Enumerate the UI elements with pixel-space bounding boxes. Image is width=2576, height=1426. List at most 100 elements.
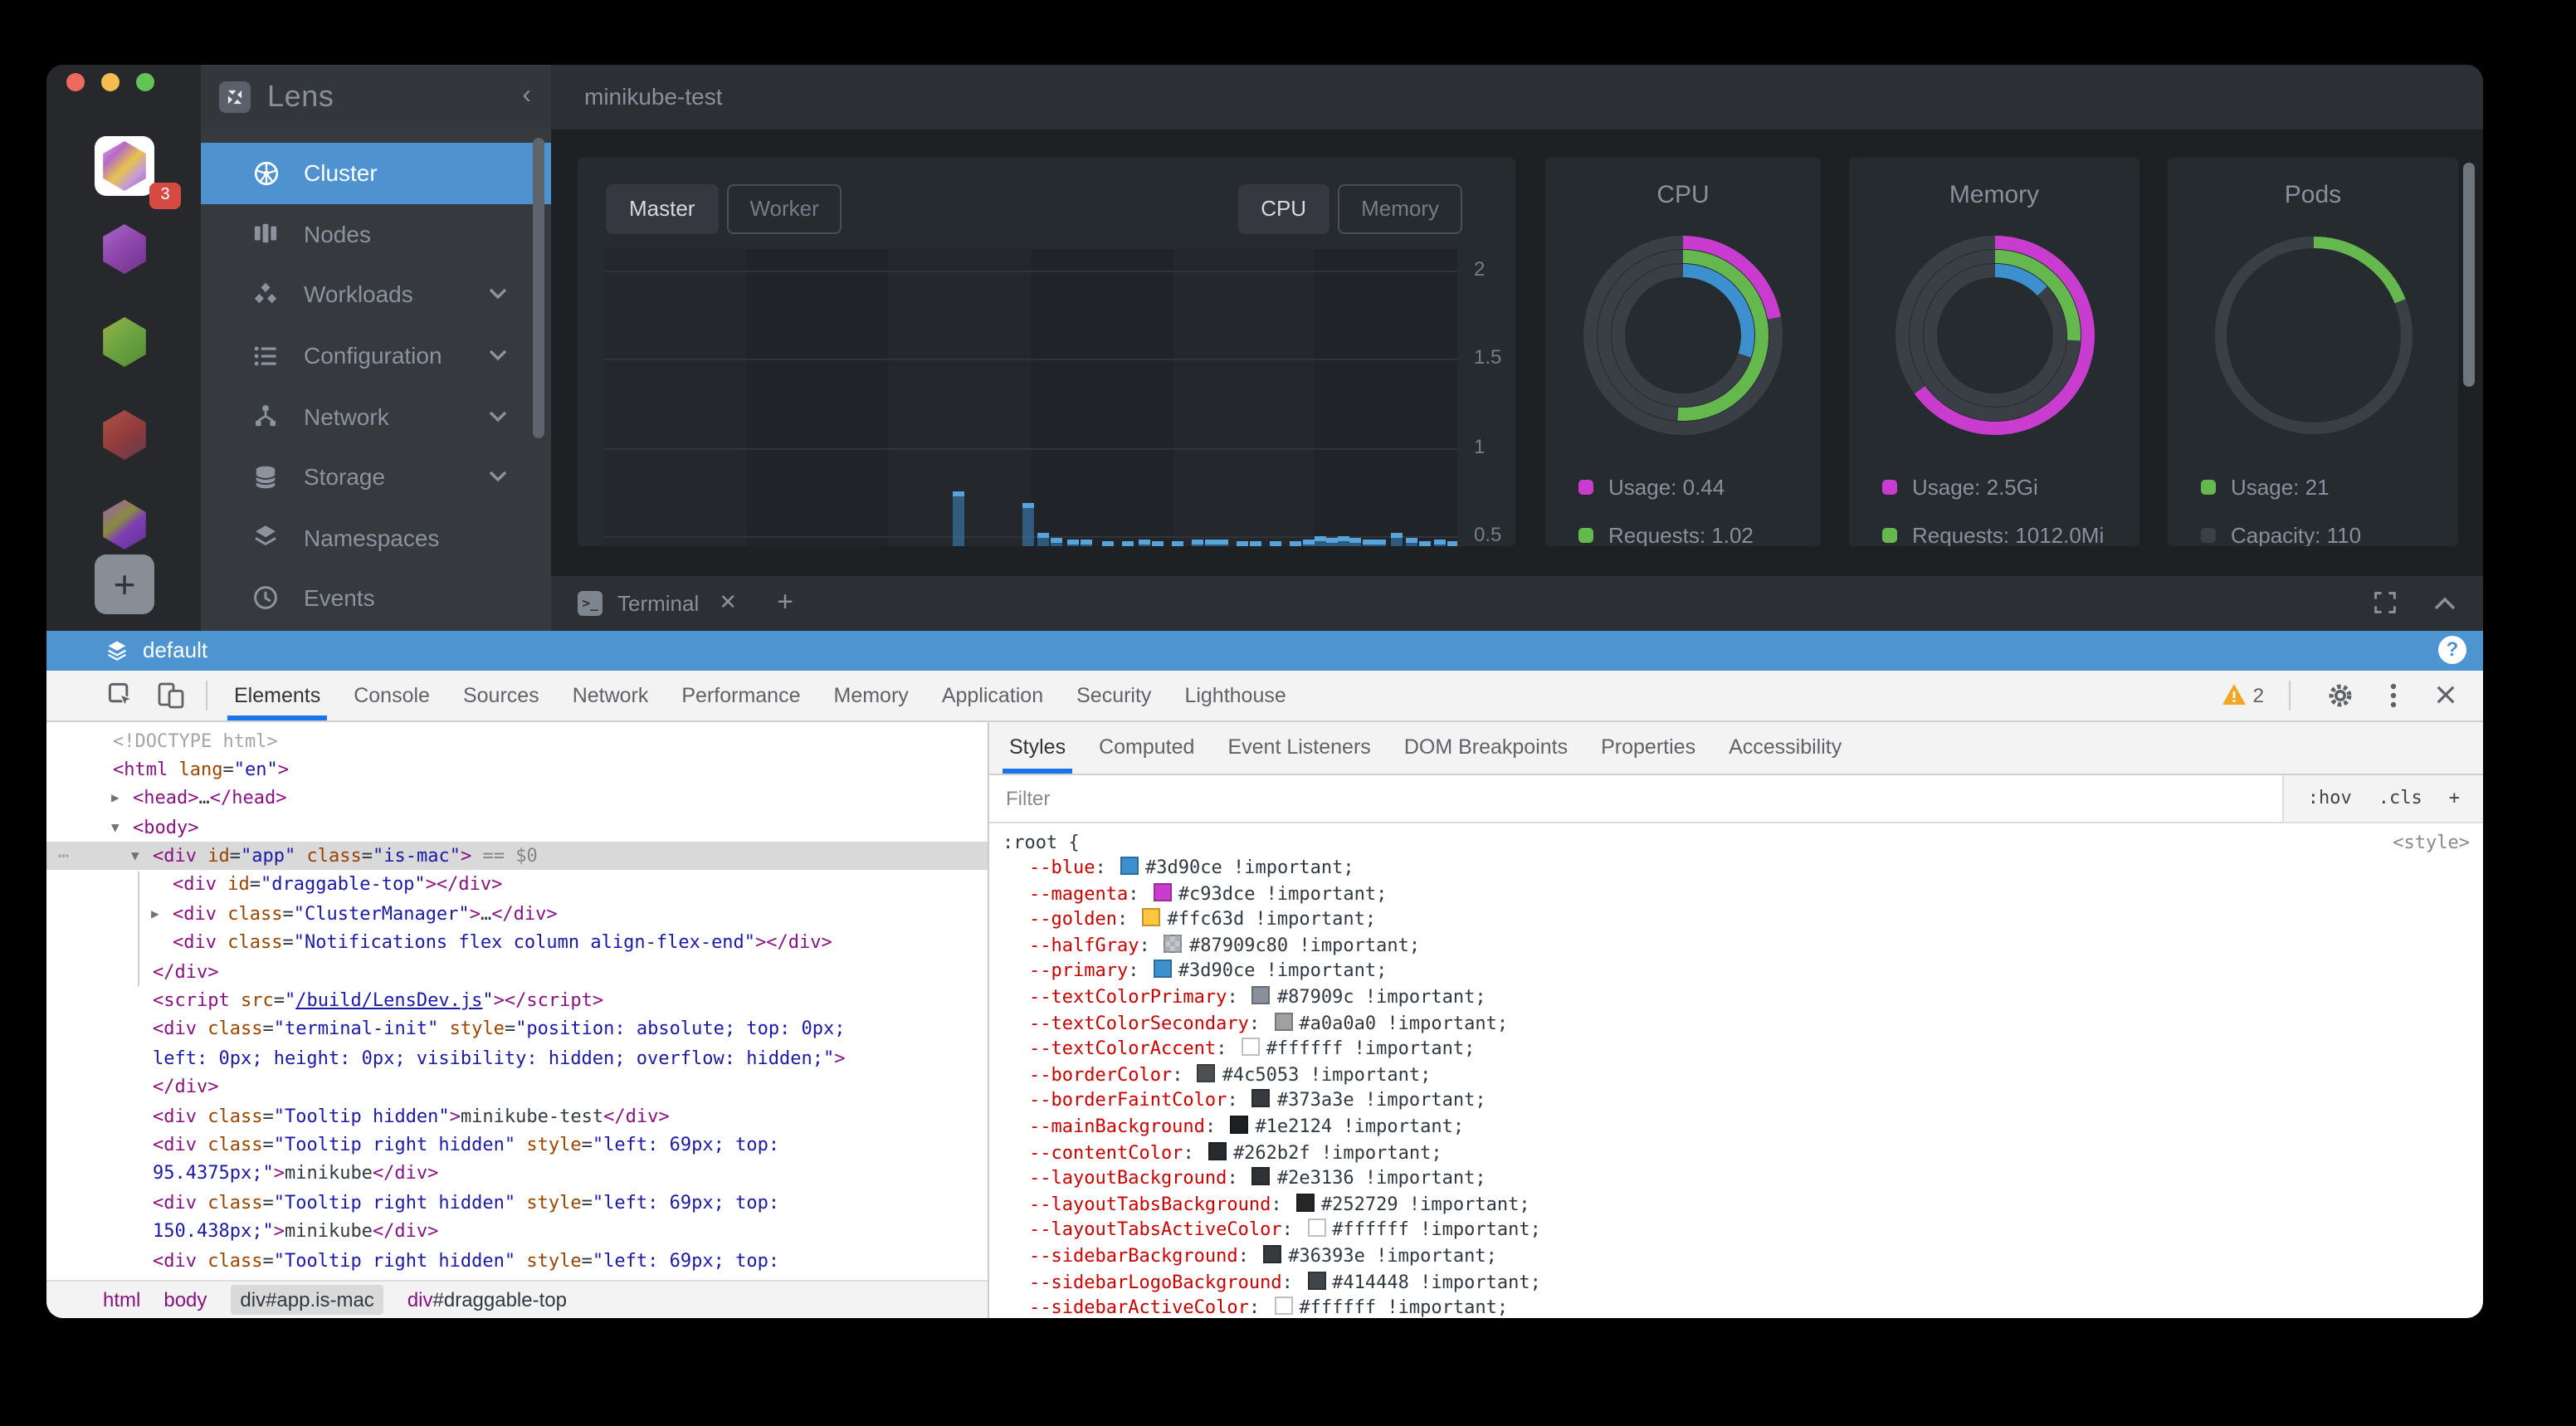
dom-tree-node[interactable]: ▶<head>…</head>: [46, 784, 988, 813]
dom-tree-node[interactable]: ▼⋯<div id="app" class="is-mac"> == $0: [46, 842, 988, 871]
styles-filter-input[interactable]: [989, 774, 2283, 821]
dom-tree-node[interactable]: <div class="terminal-init" style="positi…: [46, 1015, 988, 1044]
dom-tree-node[interactable]: <div class="Tooltip right hidden" style=…: [46, 1189, 988, 1218]
styles-tab-dom-breakpoints[interactable]: DOM Breakpoints: [1388, 721, 1584, 773]
color-swatch[interactable]: [1154, 882, 1172, 901]
color-swatch[interactable]: [1142, 909, 1160, 927]
cluster-icon-5[interactable]: [95, 495, 154, 554]
new-terminal-icon[interactable]: +: [777, 587, 793, 620]
color-swatch[interactable]: [1164, 935, 1183, 953]
device-toolbar-icon[interactable]: [156, 681, 184, 709]
css-declaration[interactable]: --golden: #ffc63d !important;: [1003, 907, 2483, 933]
css-declaration[interactable]: --sidebarLogoBackground: #414448 !import…: [1003, 1269, 2483, 1295]
css-declaration[interactable]: --sidebarActiveColor: #ffffff !important…: [1003, 1295, 2483, 1318]
color-swatch[interactable]: [1274, 1297, 1292, 1315]
style-source-link[interactable]: <style>: [2393, 829, 2470, 855]
devtools-tab-application[interactable]: Application: [925, 670, 1060, 720]
expand-arrow-open-icon[interactable]: ▼: [131, 842, 139, 871]
color-swatch[interactable]: [1307, 1219, 1325, 1238]
color-swatch[interactable]: [1296, 1194, 1315, 1212]
more-options-icon[interactable]: [2378, 681, 2407, 709]
dashboard-scrollbar[interactable]: [2463, 163, 2475, 387]
sidebar-item-workloads[interactable]: Workloads: [201, 264, 551, 325]
styles-tab-event-listeners[interactable]: Event Listeners: [1211, 721, 1387, 773]
color-swatch[interactable]: [1307, 1271, 1325, 1289]
css-declaration[interactable]: --mainBackground: #1e2124 !important;: [1003, 1114, 2483, 1140]
dom-tree-node[interactable]: ▶<div class="ClusterManager">…</div>: [46, 900, 988, 929]
breadcrumb-item[interactable]: div#draggable-top: [407, 1288, 567, 1311]
settings-gear-icon[interactable]: [2325, 681, 2354, 709]
gutter-dots-icon[interactable]: ⋯: [58, 842, 69, 871]
color-swatch[interactable]: [1263, 1245, 1281, 1263]
dom-tree-node[interactable]: </div>: [46, 1072, 988, 1101]
node-tab-worker[interactable]: Worker: [726, 184, 842, 234]
minimize-window-button[interactable]: [101, 73, 120, 91]
css-declaration[interactable]: --layoutBackground: #2e3136 !important;: [1003, 1165, 2483, 1191]
sidebar-item-network[interactable]: Network: [201, 386, 551, 447]
color-swatch[interactable]: [1230, 1116, 1248, 1134]
breadcrumb-item[interactable]: div#app.is-mac: [230, 1285, 383, 1315]
dom-tree-node[interactable]: 150.438px;">minikube</div>: [46, 1217, 988, 1246]
zoom-window-button[interactable]: [136, 73, 154, 91]
css-declaration[interactable]: --textColorSecondary: #a0a0a0 !important…: [1003, 1010, 2483, 1036]
css-declaration[interactable]: --textColorAccent: #ffffff !important;: [1003, 1037, 2483, 1062]
close-devtools-icon[interactable]: [2432, 681, 2460, 709]
dom-tree-node[interactable]: <html lang="en">: [46, 755, 988, 784]
devtools-tab-performance[interactable]: Performance: [665, 670, 817, 720]
devtools-tab-sources[interactable]: Sources: [446, 670, 556, 720]
styles-tab-accessibility[interactable]: Accessibility: [1712, 721, 1858, 773]
dom-tree-node[interactable]: <div class="Tooltip hidden">minikube-tes…: [46, 1101, 988, 1131]
css-declaration[interactable]: --contentColor: #262b2f !important;: [1003, 1140, 2483, 1165]
devtools-tab-memory[interactable]: Memory: [817, 670, 925, 720]
css-declaration[interactable]: --textColorPrimary: #87909c !important;: [1003, 984, 2483, 1010]
color-swatch[interactable]: [1252, 1090, 1271, 1108]
devtools-tab-security[interactable]: Security: [1060, 670, 1168, 720]
devtools-tab-console[interactable]: Console: [337, 670, 446, 720]
color-swatch[interactable]: [1242, 1038, 1260, 1057]
inspect-element-icon[interactable]: [106, 681, 134, 709]
new-style-rule-button[interactable]: +: [2449, 787, 2460, 808]
pseudo-state-button[interactable]: :hov: [2308, 787, 2352, 808]
close-window-button[interactable]: [66, 73, 85, 91]
css-declaration[interactable]: --blue: #3d90ce !important;: [1003, 855, 2483, 881]
dom-tree-node[interactable]: <div id="draggable-top"></div>: [46, 871, 988, 900]
cluster-icon-active[interactable]: [95, 136, 154, 196]
css-declaration[interactable]: --layoutTabsBackground: #252729 !importa…: [1003, 1192, 2483, 1218]
sidebar-item-cluster[interactable]: Cluster: [201, 143, 551, 203]
styles-tab-computed[interactable]: Computed: [1082, 721, 1211, 773]
sidebar-scrollbar[interactable]: [533, 138, 544, 438]
console-warnings[interactable]: 2: [2223, 683, 2264, 706]
css-declaration[interactable]: --borderColor: #4c5053 !important;: [1003, 1062, 2483, 1088]
css-declaration[interactable]: --borderFaintColor: #373a3e !important;: [1003, 1088, 2483, 1114]
node-tab-master[interactable]: Master: [606, 184, 718, 234]
expand-arrow-open-icon[interactable]: ▼: [111, 813, 120, 842]
breadcrumb-item[interactable]: body: [163, 1288, 207, 1311]
color-swatch[interactable]: [1274, 1012, 1292, 1030]
expand-arrow-closed-icon[interactable]: ▶: [151, 900, 159, 929]
dom-tree-node[interactable]: ▼<body>: [46, 813, 988, 842]
color-swatch[interactable]: [1198, 1064, 1216, 1082]
fullscreen-icon[interactable]: [2374, 592, 2397, 615]
help-button[interactable]: ?: [2438, 637, 2466, 665]
color-swatch[interactable]: [1154, 960, 1172, 979]
metric-tab-cpu[interactable]: CPU: [1237, 184, 1329, 234]
collapse-sidebar-icon[interactable]: ‹: [522, 81, 531, 111]
add-cluster-button[interactable]: +: [95, 554, 154, 614]
css-declaration[interactable]: --primary: #3d90ce !important;: [1003, 959, 2483, 984]
cluster-icon-4[interactable]: [95, 405, 154, 465]
devtools-tab-elements[interactable]: Elements: [217, 670, 337, 720]
color-swatch[interactable]: [1120, 857, 1139, 875]
color-swatch[interactable]: [1252, 986, 1271, 1004]
classes-button[interactable]: .cls: [2378, 787, 2422, 808]
dom-tree-node[interactable]: 95.4375px;">minikube</div>: [46, 1160, 988, 1189]
dom-tree-node[interactable]: <script src="/build/LensDev.js"></script…: [46, 986, 988, 1015]
color-swatch[interactable]: [1208, 1141, 1227, 1160]
expand-arrow-closed-icon[interactable]: ▶: [111, 784, 120, 813]
styles-tab-styles[interactable]: Styles: [993, 721, 1082, 773]
sidebar-item-nodes[interactable]: Nodes: [201, 203, 551, 264]
sidebar-item-storage[interactable]: Storage: [201, 447, 551, 507]
breadcrumb-item[interactable]: html: [103, 1288, 140, 1311]
styles-tab-properties[interactable]: Properties: [1584, 721, 1712, 773]
terminal-tab[interactable]: Terminal: [617, 591, 699, 616]
sidebar-item-events[interactable]: Events: [201, 568, 551, 628]
